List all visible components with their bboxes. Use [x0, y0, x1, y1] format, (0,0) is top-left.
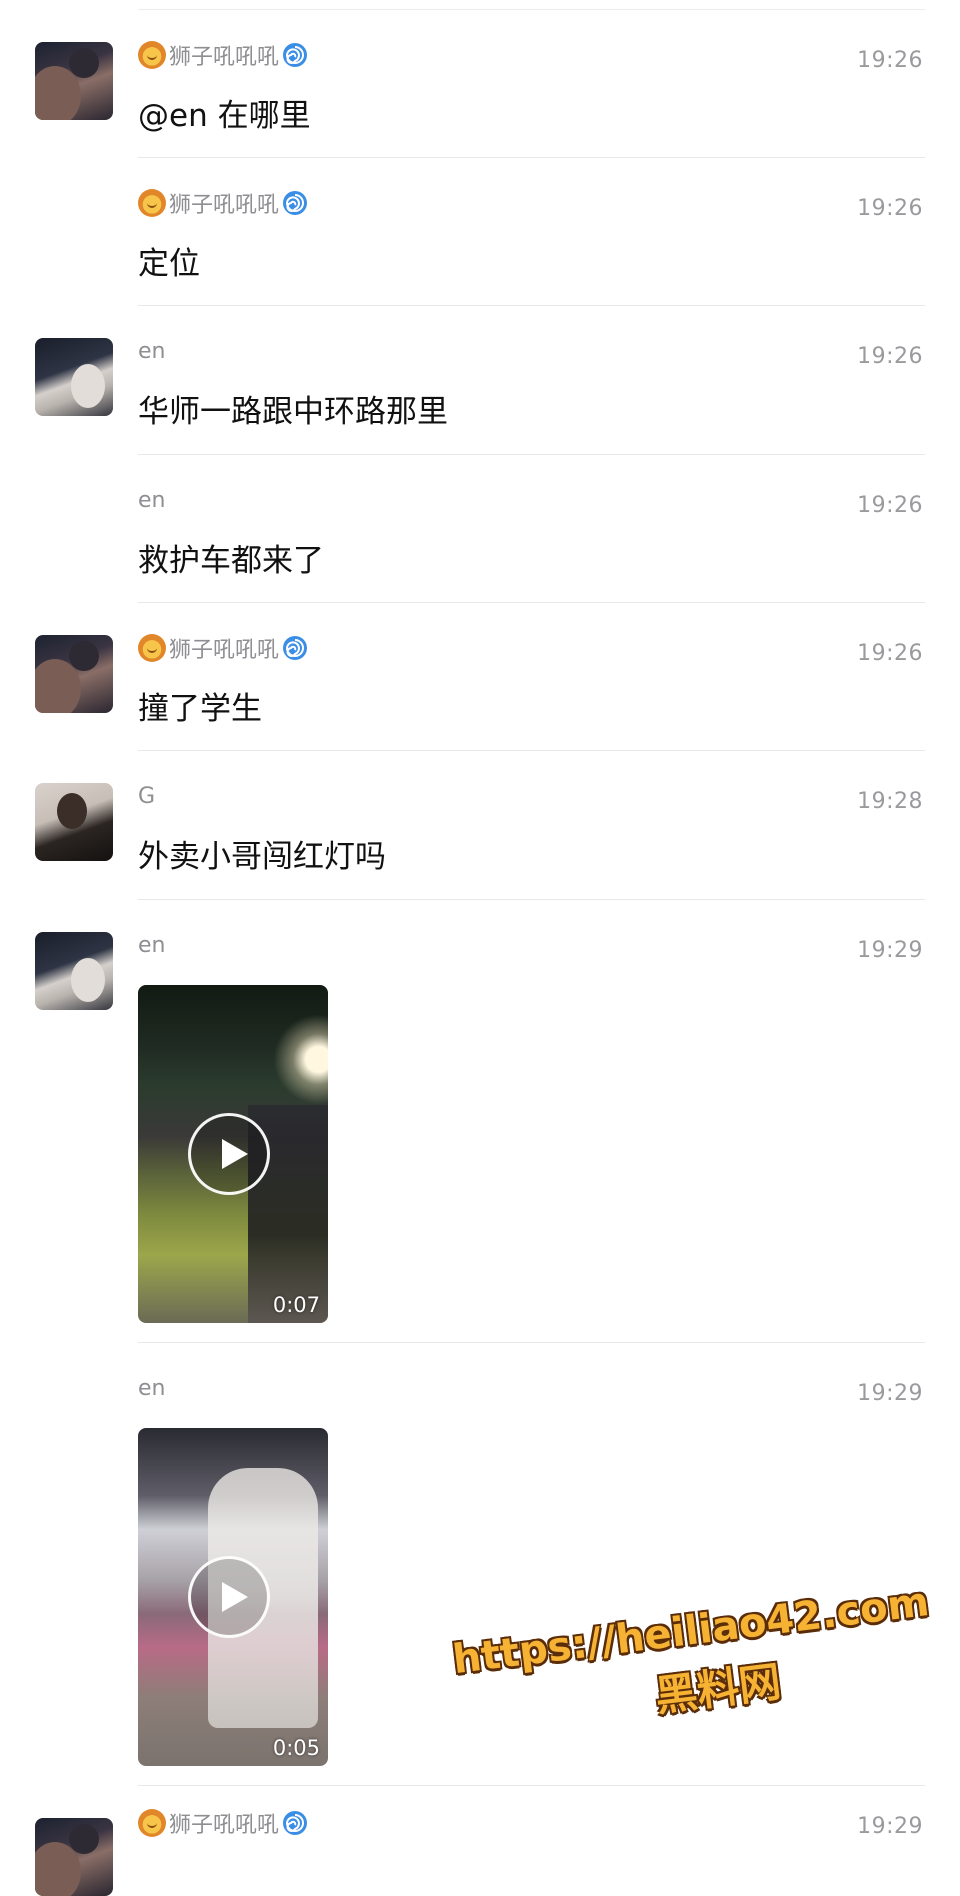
message-time: 19:29: [857, 938, 923, 963]
cyclone-icon: [283, 191, 308, 215]
sender-name: 狮子吼吼吼: [138, 1808, 308, 1838]
sender-name-text: 狮子吼吼吼: [169, 638, 280, 663]
person-avatar[interactable]: [35, 783, 113, 861]
sender-name-text: en: [138, 338, 166, 364]
message-item[interactable]: 狮子吼吼吼 19:26 @en 在哪里: [0, 10, 960, 158]
play-icon[interactable]: [188, 1113, 270, 1195]
message-time: 19:26: [857, 48, 923, 73]
lion-avatar[interactable]: [35, 42, 113, 120]
sender-name: 狮子吼吼吼: [138, 188, 308, 218]
message-time: 19:28: [857, 789, 923, 814]
lion-emoji-icon: [138, 1809, 166, 1837]
message-text: @en 在哪里: [138, 98, 311, 134]
video-thumbnail[interactable]: 0:05: [138, 1428, 328, 1766]
sender-name-text: G: [138, 783, 156, 809]
cyclone-icon: [283, 43, 308, 67]
video-thumbnail[interactable]: 0:07: [138, 985, 328, 1323]
video-duration: 0:05: [272, 1736, 320, 1760]
cyclone-icon: [283, 1811, 308, 1835]
message-item[interactable]: en 19:29 0:07: [0, 900, 960, 1343]
sender-name: 狮子吼吼吼: [138, 40, 308, 70]
message-time: 19:29: [857, 1814, 923, 1839]
sender-name-text: en: [138, 487, 166, 513]
message-item[interactable]: G 19:28 外卖小哥闯红灯吗: [0, 751, 960, 900]
message-item[interactable]: en 19:29 0:05: [0, 1343, 960, 1786]
message-item[interactable]: 狮子吼吼吼 19:26 定位: [0, 158, 960, 306]
play-icon[interactable]: [188, 1556, 270, 1638]
message-time: 19:26: [857, 493, 923, 518]
lion-emoji-icon: [138, 634, 166, 662]
message-item[interactable]: 狮子吼吼吼 19:26 撞了学生: [0, 603, 960, 751]
message-text: 定位: [138, 246, 200, 282]
sender-name: en: [138, 485, 165, 515]
sender-name-text: 狮子吼吼吼: [169, 45, 280, 70]
sender-name: en: [138, 1373, 165, 1403]
message-time: 19:26: [857, 344, 923, 369]
message-text: 外卖小哥闯红灯吗: [138, 839, 386, 875]
lion-emoji-icon: [138, 41, 166, 69]
sender-name-text: 狮子吼吼吼: [169, 193, 280, 218]
message-time: 19:29: [857, 1381, 923, 1406]
message-item[interactable]: en 19:26 华师一路跟中环路那里: [0, 306, 960, 455]
sender-name: en: [138, 930, 165, 960]
sender-name-text: en: [138, 932, 166, 958]
message-time: 19:26: [857, 196, 923, 221]
sender-name-text: 狮子吼吼吼: [169, 1813, 280, 1838]
sender-name: G: [138, 781, 155, 811]
lion-avatar[interactable]: [35, 635, 113, 713]
video-duration: 0:07: [272, 1293, 320, 1317]
message-item[interactable]: 狮子吼吼吼 19:29: [0, 1786, 960, 1896]
message-text: 救护车都来了: [138, 543, 324, 579]
message-time: 19:26: [857, 641, 923, 666]
lion-avatar[interactable]: [35, 1818, 113, 1896]
lion-emoji-icon: [138, 189, 166, 217]
cat-avatar[interactable]: [35, 932, 113, 1010]
sender-name-text: en: [138, 1375, 166, 1401]
sender-name: en: [138, 336, 165, 366]
cat-avatar[interactable]: [35, 338, 113, 416]
message-text: 华师一路跟中环路那里: [138, 394, 448, 430]
message-item[interactable]: en 19:26 救护车都来了: [0, 455, 960, 603]
message-text: 撞了学生: [138, 691, 262, 727]
cyclone-icon: [283, 636, 308, 660]
sender-name: 狮子吼吼吼: [138, 633, 308, 663]
